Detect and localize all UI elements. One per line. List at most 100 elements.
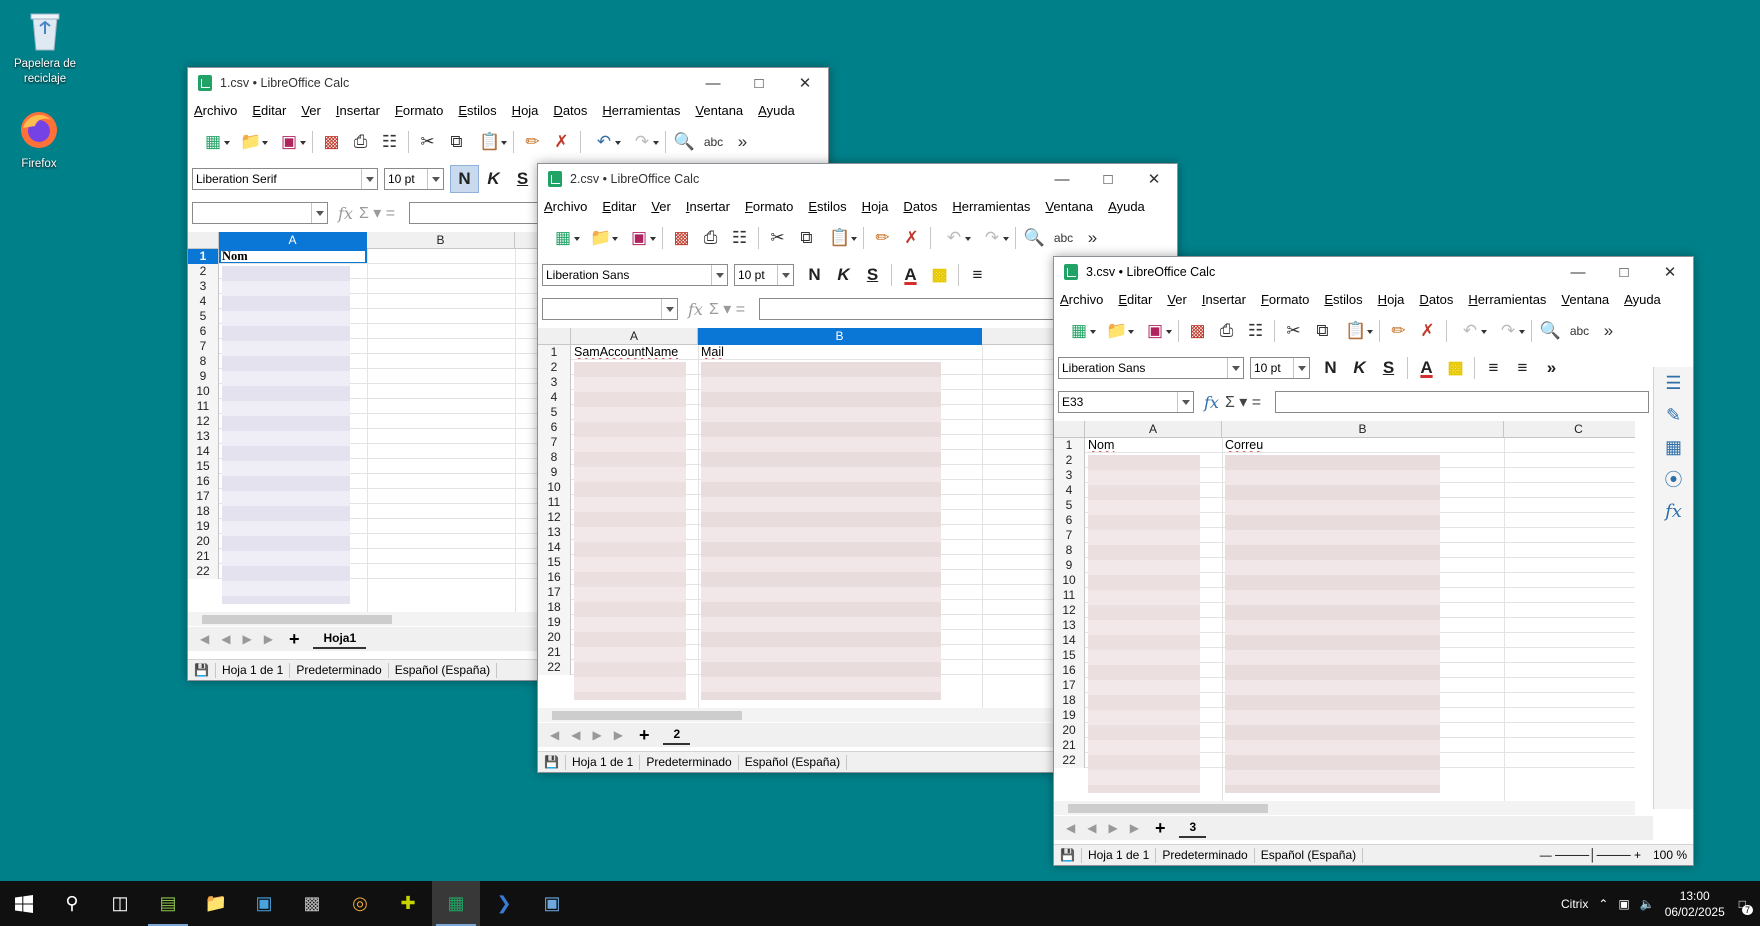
properties-icon[interactable]: ☰ [1654, 367, 1693, 399]
print-icon[interactable]: ⎙ [696, 224, 725, 252]
desktop-icon-firefox[interactable]: Firefox [0, 106, 84, 172]
taskbar-window-icon[interactable]: ▣ [240, 881, 288, 926]
name-box[interactable] [542, 298, 678, 320]
row-header[interactable]: 10 [1054, 573, 1085, 588]
status-language[interactable]: Español (España) [1255, 847, 1364, 863]
column-header-a[interactable]: A [571, 328, 698, 345]
cut-icon[interactable]: ✂ [763, 224, 792, 252]
font-size-box[interactable]: 10 pt [1250, 357, 1310, 379]
underline-button[interactable]: S [1374, 354, 1403, 382]
row-header[interactable]: 8 [538, 450, 571, 465]
function-wizard-icon[interactable]: fx [1204, 393, 1219, 412]
row-header[interactable]: 9 [538, 465, 571, 480]
menu-estilos[interactable]: Estilos [1324, 292, 1362, 307]
cut-icon[interactable]: ✂ [1279, 317, 1308, 345]
more-tools-icon[interactable]: » [1594, 317, 1623, 345]
font-name-box[interactable]: Liberation Serif [192, 168, 378, 190]
title-bar[interactable]: 1.csv • LibreOffice Calc — □ ✕ [188, 68, 828, 98]
column-header-a[interactable]: A [219, 232, 367, 249]
minimize-icon[interactable]: — [690, 68, 736, 98]
column-header-b[interactable]: B [698, 328, 982, 345]
menu-editar[interactable]: Editar [602, 199, 636, 214]
chevron-down-icon[interactable] [661, 299, 677, 319]
row-header[interactable]: 22 [188, 564, 219, 579]
menu-hoja[interactable]: Hoja [1378, 292, 1405, 307]
menu-editar[interactable]: Editar [252, 103, 286, 118]
chevron-down-icon[interactable] [711, 265, 727, 285]
open-folder-icon[interactable]: 📁 [1098, 317, 1136, 345]
print-preview-icon[interactable]: ☷ [725, 224, 754, 252]
row-header[interactable]: 18 [538, 600, 571, 615]
menu-formato[interactable]: Formato [1261, 292, 1309, 307]
volume-icon[interactable]: 🔈 [1640, 897, 1655, 911]
bold-button[interactable]: N [1316, 354, 1345, 382]
row-header[interactable]: 21 [1054, 738, 1085, 753]
sheet-tab[interactable]: 2 [663, 725, 691, 745]
chevron-down-icon[interactable] [427, 169, 443, 189]
align-center-icon[interactable]: ≡ [1508, 354, 1537, 382]
row-header[interactable]: 2 [188, 264, 219, 279]
styles-icon[interactable]: ✎ [1654, 399, 1693, 431]
first-sheet-icon[interactable]: ◀ [200, 632, 209, 646]
row-header[interactable]: 1 [538, 345, 571, 360]
row-header[interactable]: 19 [188, 519, 219, 534]
row-header[interactable]: 10 [188, 384, 219, 399]
name-box[interactable]: E33 [1058, 391, 1194, 413]
title-bar[interactable]: 2.csv • LibreOffice Calc — □ ✕ [538, 164, 1177, 194]
new-icon[interactable]: ▦ [544, 224, 582, 252]
align-left-icon[interactable]: ≡ [963, 261, 992, 289]
column-header-b[interactable]: B [367, 232, 515, 249]
gallery-icon[interactable]: ▦ [1654, 431, 1693, 463]
taskbar-notepad-icon[interactable]: ▤ [144, 881, 192, 926]
italic-button[interactable]: K [829, 261, 858, 289]
row-header[interactable]: 17 [188, 489, 219, 504]
copy-icon[interactable]: ⧉ [1308, 317, 1337, 345]
formula-input[interactable] [1275, 391, 1649, 413]
row-header[interactable]: 14 [188, 444, 219, 459]
row-header[interactable]: 11 [1054, 588, 1085, 603]
last-sheet-icon[interactable]: ▶ [1130, 821, 1139, 835]
menu-ayuda[interactable]: Ayuda [758, 103, 795, 118]
title-bar[interactable]: 3.csv • LibreOffice Calc — □ ✕ [1054, 257, 1693, 287]
taskbar-calc-icon[interactable]: ▦ [432, 881, 480, 926]
taskbar-browser-icon[interactable]: ◎ [336, 881, 384, 926]
cut-icon[interactable]: ✂ [413, 128, 442, 156]
clone-format-icon[interactable]: ✏ [1384, 317, 1413, 345]
row-header[interactable]: 3 [538, 375, 571, 390]
menu-editar[interactable]: Editar [1118, 292, 1152, 307]
maximize-icon[interactable]: □ [1085, 164, 1131, 194]
menu-formato[interactable]: Formato [395, 103, 443, 118]
highlight-color-icon[interactable]: ▩ [1441, 354, 1470, 382]
row-header[interactable]: 4 [188, 294, 219, 309]
functions-icon[interactable]: fx [1654, 495, 1693, 527]
next-sheet-icon[interactable]: ▶ [592, 728, 601, 742]
select-all-corner[interactable] [538, 328, 571, 345]
row-header[interactable]: 9 [1054, 558, 1085, 573]
last-sheet-icon[interactable]: ▶ [614, 728, 623, 742]
paste-icon[interactable]: 📋 [471, 128, 509, 156]
underline-button[interactable]: S [508, 165, 537, 193]
add-sheet-icon[interactable]: + [639, 725, 650, 746]
row-header[interactable]: 13 [188, 429, 219, 444]
calc-window-3[interactable]: 3.csv • LibreOffice Calc — □ ✕ Archivo E… [1053, 256, 1694, 866]
clear-format-icon[interactable]: ✗ [547, 128, 576, 156]
row-header[interactable]: 13 [1054, 618, 1085, 633]
menu-insertar[interactable]: Insertar [336, 103, 380, 118]
menu-ver[interactable]: Ver [301, 103, 321, 118]
clear-format-icon[interactable]: ✗ [1413, 317, 1442, 345]
next-sheet-icon[interactable]: ▶ [1108, 821, 1117, 835]
sum-icon[interactable]: Σ ▾ = [359, 203, 395, 223]
select-all-corner[interactable] [188, 232, 219, 249]
sum-icon[interactable]: Σ ▾ = [1225, 392, 1261, 412]
menu-ver[interactable]: Ver [651, 199, 671, 214]
chevron-down-icon[interactable] [777, 265, 793, 285]
row-header[interactable]: 14 [1054, 633, 1085, 648]
new-icon[interactable]: ▦ [194, 128, 232, 156]
prev-sheet-icon[interactable]: ◀ [1087, 821, 1096, 835]
bold-button[interactable]: N [800, 261, 829, 289]
menu-insertar[interactable]: Insertar [686, 199, 730, 214]
find-replace-icon[interactable]: 🔍 [670, 128, 699, 156]
font-color-button[interactable]: A [1412, 354, 1441, 382]
network-icon[interactable]: ▣ [1618, 897, 1629, 911]
menu-archivo[interactable]: Archivo [194, 103, 237, 118]
